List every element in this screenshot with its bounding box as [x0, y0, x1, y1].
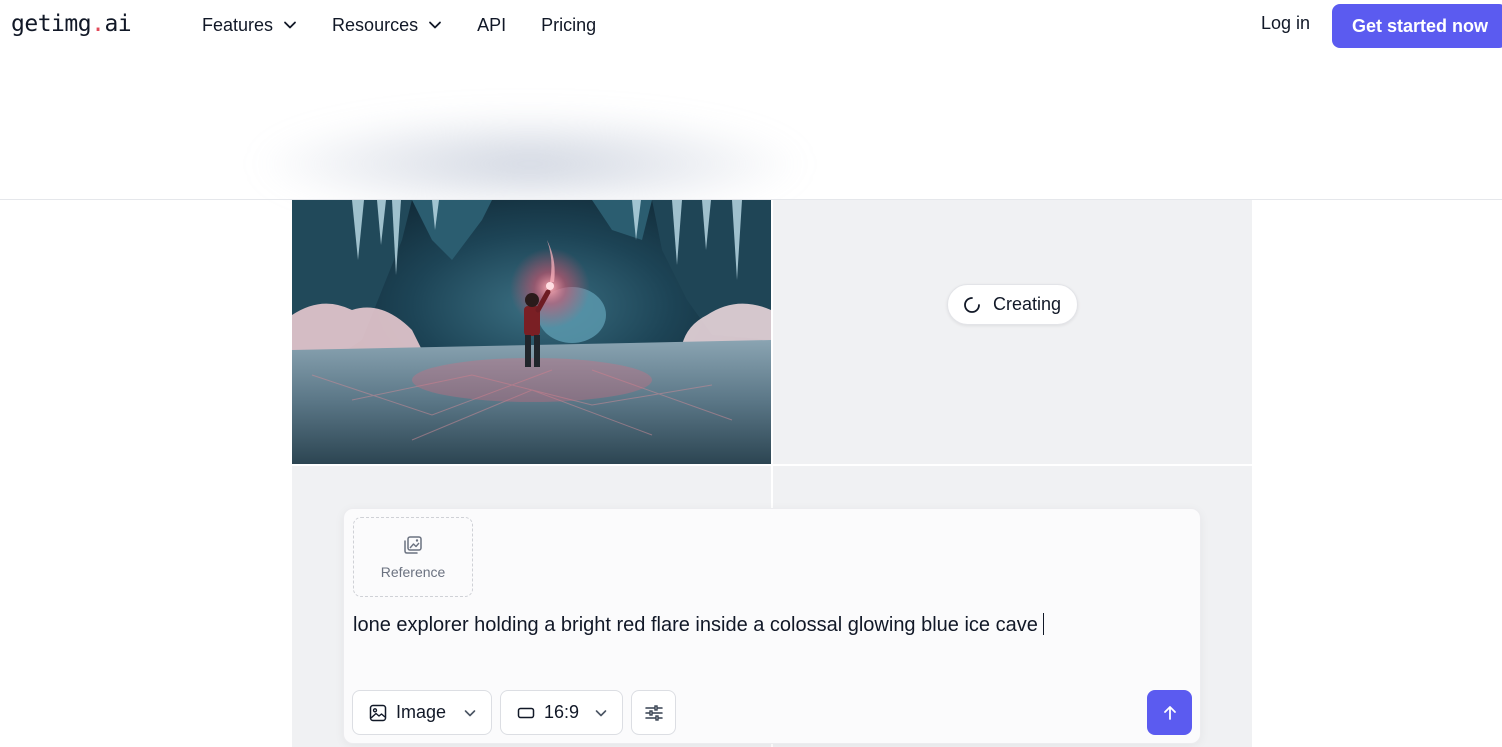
reference-label: Reference: [380, 564, 446, 580]
nav-pricing-label: Pricing: [541, 14, 597, 35]
logo-tail: ai: [104, 11, 132, 37]
chevron-down-icon: [429, 21, 441, 29]
logo-main: getimg: [11, 11, 92, 37]
nav-resources-label: Resources: [332, 14, 419, 35]
text-caret: [1042, 613, 1044, 635]
top-nav: getimg.ai Features Resources API Pricing…: [0, 0, 1502, 50]
main-nav: Features Resources API Pricing: [202, 0, 631, 50]
settings-button[interactable]: [631, 690, 676, 735]
nav-resources[interactable]: Resources: [332, 15, 442, 36]
aspect-ratio-dropdown[interactable]: 16:9: [500, 690, 623, 735]
image-reference-icon: [404, 536, 422, 554]
chevron-down-icon: [595, 709, 607, 716]
creating-label: Creating: [993, 294, 1062, 314]
nav-pricing[interactable]: Pricing: [541, 15, 596, 36]
logo[interactable]: getimg.ai: [11, 11, 132, 37]
login-link[interactable]: Log in: [1261, 13, 1310, 34]
nav-features-label: Features: [202, 14, 274, 35]
aspect-ratio-label: 16:9: [544, 702, 580, 722]
get-started-button[interactable]: Get started now: [1332, 4, 1502, 48]
type-label: Image: [396, 702, 447, 722]
aspect-ratio-icon: [517, 707, 535, 718]
generating-placeholder: [773, 200, 1252, 464]
blurred-decoration: [250, 110, 810, 200]
chevron-down-icon: [464, 709, 476, 716]
generated-image[interactable]: [292, 200, 771, 464]
prompt-text-value: lone explorer holding a bright red flare…: [353, 614, 1038, 636]
nav-features[interactable]: Features: [202, 15, 297, 36]
image-icon: [369, 704, 387, 721]
arrow-up-icon: [1163, 705, 1176, 720]
prompt-panel: Reference lone explorer holding a bright…: [343, 508, 1201, 744]
logo-dot: .: [91, 11, 105, 37]
reference-upload[interactable]: Reference: [353, 517, 473, 597]
generate-button[interactable]: [1147, 690, 1192, 735]
spinner-icon: [964, 296, 980, 313]
sliders-icon: [644, 704, 663, 721]
creating-status: Creating: [947, 284, 1078, 325]
type-dropdown[interactable]: Image: [352, 690, 492, 735]
ice-cave-image: [292, 200, 771, 464]
chevron-down-icon: [284, 21, 296, 29]
nav-api-label: API: [477, 14, 507, 35]
nav-api[interactable]: API: [477, 15, 506, 36]
prompt-input[interactable]: lone explorer holding a bright red flare…: [353, 613, 1044, 637]
